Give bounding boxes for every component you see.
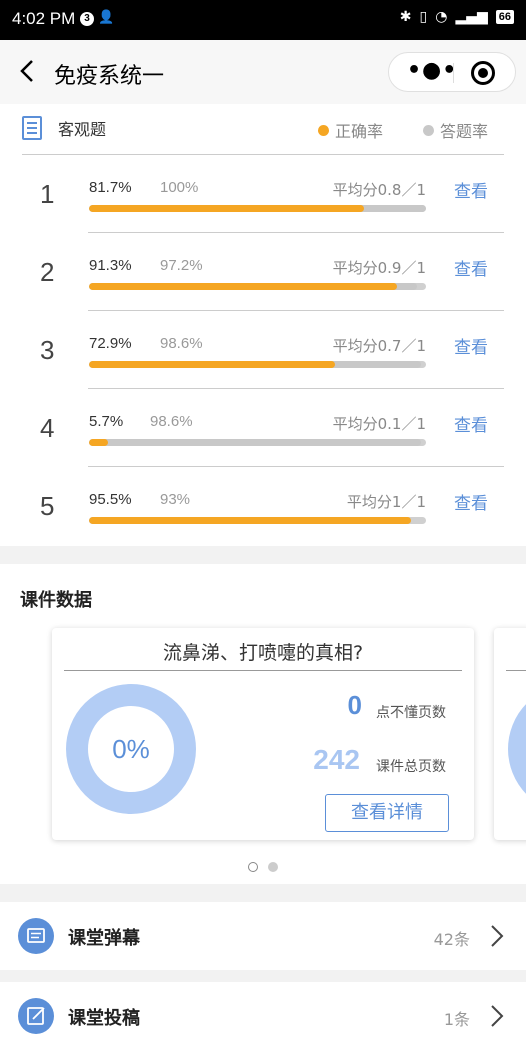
answer-rate: 98.6%	[160, 335, 203, 352]
vibrate-icon: ▯	[419, 9, 428, 25]
progress-track	[89, 361, 426, 368]
answer-rate: 98.6%	[150, 413, 193, 430]
average-score: 平均分0.8／1	[332, 181, 426, 199]
view-details-button[interactable]: 查看详情	[325, 794, 449, 832]
question-row: 5 95.5% 93% 平均分1／1 查看	[0, 467, 526, 545]
battery-icon: 66	[495, 10, 514, 24]
bluetooth-icon: ✱	[399, 9, 412, 25]
signal-icon: ▂▄▆	[455, 9, 488, 25]
correct-rate: 5.7%	[89, 413, 124, 430]
average-score: 平均分0.1／1	[332, 415, 426, 433]
course-card[interactable]: 流鼻涕、打喷嚏的真相? 0% 0 点不懂页数 242 课件总页数 查看详情	[52, 628, 474, 840]
progress-track	[89, 205, 426, 212]
question-number: 1	[40, 179, 55, 209]
objective-card: 客观题 正确率 答题率 1 81.7% 100% 平均分0.8／1 查看 2 91.3% 97…	[0, 104, 526, 546]
wifi-icon: ◔	[435, 9, 448, 25]
question-row: 3 72.9% 98.6% 平均分0.7／1 查看	[0, 311, 526, 389]
correct-rate: 95.5%	[89, 491, 132, 508]
legend-label-correct: 正确率	[335, 122, 384, 141]
legend-label-answer-rate: 答题率	[440, 122, 489, 141]
document-icon	[22, 116, 42, 140]
list-item-label: 课堂投稿	[68, 1008, 140, 1029]
correct-rate-bar	[89, 361, 335, 368]
average-score: 平均分0.9／1	[332, 259, 426, 277]
course-title: 流鼻涕、打喷嚏的真相?	[162, 642, 364, 664]
correct-rate: 81.7%	[89, 179, 132, 196]
chevron-right-icon	[491, 1005, 504, 1027]
question-row: 4 5.7% 98.6% 平均分0.1／1 查看	[0, 389, 526, 467]
average-score: 平均分1／1	[346, 493, 426, 511]
answer-rate: 97.2%	[160, 257, 203, 274]
correct-rate-bar	[89, 517, 411, 524]
progress-track	[89, 283, 426, 290]
submission-icon	[18, 998, 54, 1034]
barrage-icon	[18, 918, 54, 954]
donut-percent: 0%	[112, 734, 150, 764]
status-time: 4:02 PM	[12, 9, 76, 28]
answer-rate: 100%	[160, 179, 199, 196]
mini-program-capsule: •●•	[388, 52, 516, 92]
list-item-submission[interactable]: 课堂投稿 1条	[0, 982, 526, 1043]
answer-rate: 93%	[160, 491, 191, 508]
correct-rate-bar	[89, 205, 365, 212]
question-number: 3	[40, 335, 55, 365]
view-link[interactable]: 查看	[454, 411, 488, 436]
average-score: 平均分0.7／1	[332, 337, 426, 355]
legend-answer-rate: 答题率	[423, 118, 488, 142]
question-number: 5	[40, 491, 55, 521]
progress-track	[89, 439, 426, 446]
pager-dot[interactable]	[248, 862, 258, 872]
back-icon[interactable]	[16, 56, 40, 86]
correct-rate: 91.3%	[89, 257, 132, 274]
more-icon[interactable]: •●•	[407, 60, 457, 82]
correct-rate-bar	[89, 283, 397, 290]
view-link[interactable]: 查看	[454, 489, 488, 514]
question-number: 4	[40, 413, 55, 443]
total-pages-value: 242	[313, 744, 360, 775]
confused-pages-label: 点不懂页数	[376, 705, 446, 721]
next-course-divider	[506, 670, 526, 671]
question-row: 2 91.3% 97.2% 平均分0.9／1 查看	[0, 233, 526, 311]
correct-rate: 72.9%	[89, 335, 132, 352]
list-item-barrage[interactable]: 课堂弹幕 42条	[0, 902, 526, 970]
page-title: 免疫系统一	[54, 64, 165, 89]
total-pages-label: 课件总页数	[376, 759, 446, 775]
confused-pages-value: 0	[347, 690, 362, 720]
view-link[interactable]: 查看	[454, 333, 488, 358]
notification-badge: 3	[80, 12, 94, 26]
objective-title: 客观题	[58, 120, 107, 139]
chevron-right-icon	[491, 925, 504, 947]
nav-bar: 免疫系统一 •●•	[0, 40, 526, 104]
view-link[interactable]: 查看	[454, 177, 488, 202]
courseware-section: 课件数据 流鼻涕、打喷嚏的真相? 0% 0 点不懂页数 242 课件总页数 查看…	[0, 564, 526, 884]
progress-track	[89, 517, 426, 524]
correct-rate-bar	[89, 439, 109, 446]
course-divider	[64, 670, 462, 671]
list-item-label: 课堂弹幕	[68, 928, 140, 949]
status-bar: 4:02 PM 3 👤 ✱ ▯ ◔ ▂▄▆ 66	[0, 0, 526, 40]
view-link[interactable]: 查看	[454, 255, 488, 280]
pager-dot[interactable]	[268, 862, 278, 872]
capsule-divider	[453, 63, 454, 83]
next-course-card[interactable]	[494, 628, 526, 840]
question-number: 2	[40, 257, 55, 287]
legend-correct: 正确率	[318, 118, 383, 142]
answer-rate-bar	[89, 439, 422, 446]
legend-dot-answer-rate	[423, 124, 434, 136]
next-course-donut	[508, 684, 526, 814]
question-row: 1 81.7% 100% 平均分0.8／1 查看	[0, 155, 526, 233]
list-item-count: 42条	[433, 930, 470, 949]
legend-dot-correct	[318, 124, 329, 136]
close-program-icon[interactable]	[471, 61, 495, 85]
list-item-count: 1条	[443, 1010, 470, 1029]
section-title: 课件数据	[20, 590, 92, 611]
person-icon: 👤	[98, 10, 115, 25]
status-right: ✱ ▯ ◔ ▂▄▆ 66	[400, 9, 514, 25]
